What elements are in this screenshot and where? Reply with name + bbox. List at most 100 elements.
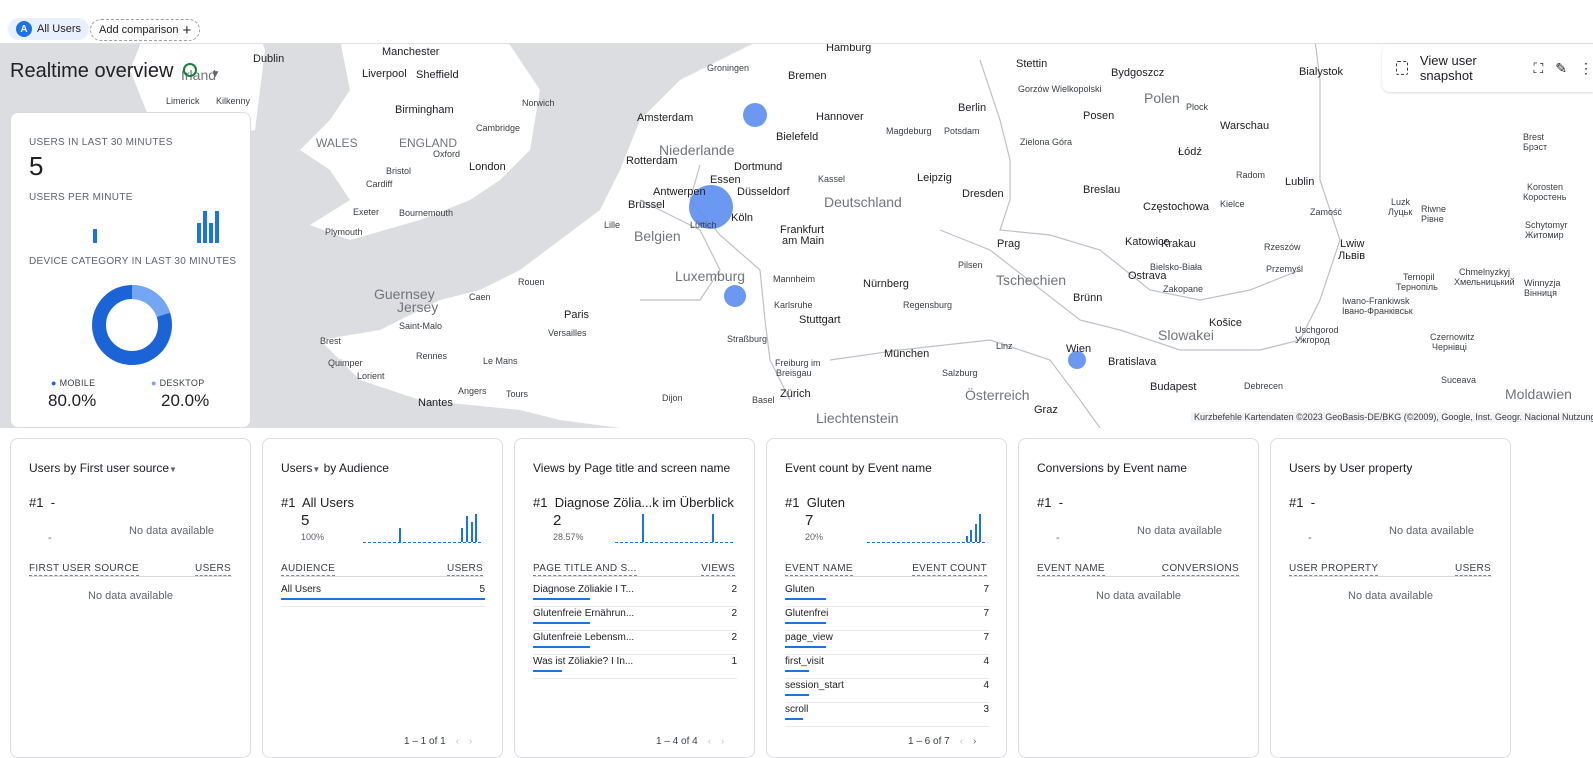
map-city-label: Wien bbox=[1066, 343, 1092, 355]
map-city-label: Gorzów Wielkopolski bbox=[1018, 84, 1102, 94]
segment-chip-all-users[interactable]: A All Users bbox=[8, 18, 90, 40]
table-row[interactable]: session_start 4 bbox=[785, 680, 989, 703]
spark-bar bbox=[966, 536, 968, 542]
table-row[interactable]: Glutenfrei 7 bbox=[785, 608, 989, 631]
table-no-data: No data available bbox=[1348, 590, 1434, 602]
map-city-label: Groningen bbox=[707, 63, 750, 73]
row-label: Diagnose Zöliakie I T... bbox=[533, 584, 634, 595]
row-divider bbox=[785, 654, 989, 655]
map-country-label: WALES bbox=[316, 136, 358, 150]
prev-page-icon[interactable]: ‹ bbox=[456, 736, 459, 747]
map-city-label: Dijon bbox=[662, 393, 683, 403]
per-minute-bar bbox=[209, 223, 213, 243]
map-country-label: Luxemburg bbox=[675, 268, 746, 284]
desktop-dot-icon: ● bbox=[151, 378, 157, 388]
map-attribution[interactable]: Kurzbefehle Kartendaten ©2023 GeoBasis-D… bbox=[1191, 412, 1593, 422]
card-page-title: Views by Page title and screen name #1 D… bbox=[514, 438, 755, 758]
table-row[interactable]: Glutenfreie Ernährun... 2 bbox=[533, 608, 737, 631]
map-city-label: Lille bbox=[604, 220, 621, 230]
per-minute-bar bbox=[215, 211, 219, 243]
metric-dropdown[interactable]: Users bbox=[281, 461, 312, 475]
map-city-label: Oxford bbox=[433, 149, 461, 159]
row-share-bar bbox=[785, 718, 804, 720]
next-page-icon[interactable]: › bbox=[973, 736, 976, 747]
user-snapshot-icon bbox=[1396, 61, 1408, 75]
page-title: Realtime overview ▼ bbox=[10, 60, 220, 83]
more-icon[interactable]: ⋮ bbox=[1579, 60, 1593, 77]
rank-value-dash: - bbox=[48, 532, 52, 544]
column-header-metric[interactable]: VIEWS bbox=[701, 563, 735, 576]
map-city-label: Breslau bbox=[1083, 184, 1121, 196]
table-row[interactable]: first_visit 4 bbox=[785, 656, 989, 679]
table-row[interactable]: page_view 7 bbox=[785, 632, 989, 655]
map-city-label: Caen bbox=[469, 292, 491, 302]
column-header-dimension[interactable]: EVENT NAME bbox=[1037, 563, 1105, 576]
spark-bar bbox=[461, 528, 463, 542]
column-header-metric[interactable]: USERS bbox=[195, 563, 231, 576]
map-city-label: Brüssel bbox=[628, 199, 665, 211]
chevron-down-icon[interactable]: ▼ bbox=[169, 465, 177, 474]
dimension-dropdown[interactable]: First user source bbox=[80, 461, 169, 475]
column-header-metric[interactable]: CONVERSIONS bbox=[1161, 563, 1239, 576]
map-country-label: Tschechien bbox=[996, 272, 1067, 288]
map-city-label: Zakopane bbox=[1163, 284, 1204, 294]
spark-bar bbox=[399, 528, 401, 542]
row-divider bbox=[533, 630, 737, 631]
rank-name: All Users bbox=[301, 495, 354, 510]
rank-number: #1 bbox=[1289, 495, 1304, 510]
next-page-icon[interactable]: › bbox=[469, 736, 472, 747]
column-header-dimension[interactable]: EVENT NAME bbox=[785, 563, 853, 576]
row-label: Glutenfreie Ernährun... bbox=[533, 608, 635, 619]
map-city-label: Potsdam bbox=[944, 126, 980, 136]
prev-page-icon[interactable]: ‹ bbox=[960, 736, 963, 747]
add-comparison-button[interactable]: Add comparison + bbox=[90, 19, 201, 41]
fullscreen-icon[interactable]: ⛶ bbox=[1533, 60, 1543, 77]
chart-no-data: No data available bbox=[1137, 525, 1223, 537]
row-divider bbox=[533, 654, 737, 655]
column-header-metric[interactable]: EVENT COUNT bbox=[912, 563, 987, 576]
map-city-label: Łódź bbox=[1178, 146, 1202, 158]
pagination: 1 – 4 of 4 ‹ › bbox=[656, 736, 724, 747]
table-row[interactable]: Was ist Zöliakie? I In... 1 bbox=[533, 656, 737, 679]
column-header-dimension[interactable]: AUDIENCE bbox=[281, 563, 336, 576]
spark-bar bbox=[979, 514, 981, 542]
status-check-icon bbox=[182, 62, 197, 77]
table-row[interactable]: scroll 3 bbox=[785, 704, 989, 727]
map-city-label: Salzburg bbox=[942, 368, 978, 378]
chevron-down-icon[interactable]: ▼ bbox=[211, 69, 221, 80]
map-city-label: Rennes bbox=[416, 351, 448, 361]
map-country-label: Niederlande bbox=[659, 142, 735, 158]
map-city-label: Lüttich bbox=[690, 220, 717, 230]
table-row[interactable]: Glutenfreie Lebensm... 2 bbox=[533, 632, 737, 655]
map-city-label: Bialystok bbox=[1299, 66, 1344, 78]
map-city-label: Versailles bbox=[548, 328, 587, 338]
map-city-label: Nürnberg bbox=[863, 278, 909, 290]
card-title: Conversions by Event name bbox=[1037, 461, 1187, 475]
map-city-label: Ужгород bbox=[1295, 335, 1330, 345]
table-row[interactable]: Gluten 7 bbox=[785, 584, 989, 607]
column-header-metric[interactable]: USERS bbox=[1455, 563, 1491, 576]
row-value: 5 bbox=[479, 584, 485, 595]
map-city-label: Ternopil bbox=[1403, 272, 1435, 282]
spark-bar bbox=[466, 516, 468, 542]
map-city-label: Riwne bbox=[1421, 204, 1447, 214]
pagination-label: 1 – 4 of 4 bbox=[656, 736, 698, 747]
map-city-label: Брэст bbox=[1523, 142, 1548, 152]
table-row[interactable]: All Users 5 bbox=[281, 584, 485, 607]
edit-icon[interactable]: ✎ bbox=[1555, 60, 1567, 77]
map-city-label: Budapest bbox=[1150, 381, 1197, 393]
card-first-user-source: Users by First user source▼ #1 - - No da… bbox=[10, 438, 251, 758]
view-user-snapshot-button[interactable]: View user snapshot ⛶ ✎ ⋮ bbox=[1382, 44, 1593, 92]
map-city-label: am Main bbox=[782, 235, 825, 247]
rank-name: - bbox=[1058, 495, 1064, 510]
table-row[interactable]: Diagnose Zöliakie I T... 2 bbox=[533, 584, 737, 607]
next-page-icon[interactable]: › bbox=[721, 736, 724, 747]
map-city-label: Zielona Góra bbox=[1020, 137, 1073, 147]
column-header-dimension[interactable]: USER PROPERTY bbox=[1289, 563, 1379, 576]
column-header-dimension[interactable]: PAGE TITLE AND S... bbox=[533, 563, 637, 576]
map-city-label: Magdeburg bbox=[886, 126, 932, 136]
column-header-dimension[interactable]: FIRST USER SOURCE bbox=[29, 563, 139, 576]
prev-page-icon[interactable]: ‹ bbox=[708, 736, 711, 747]
column-header-metric[interactable]: USERS bbox=[447, 563, 483, 576]
table-no-data: No data available bbox=[88, 590, 174, 602]
